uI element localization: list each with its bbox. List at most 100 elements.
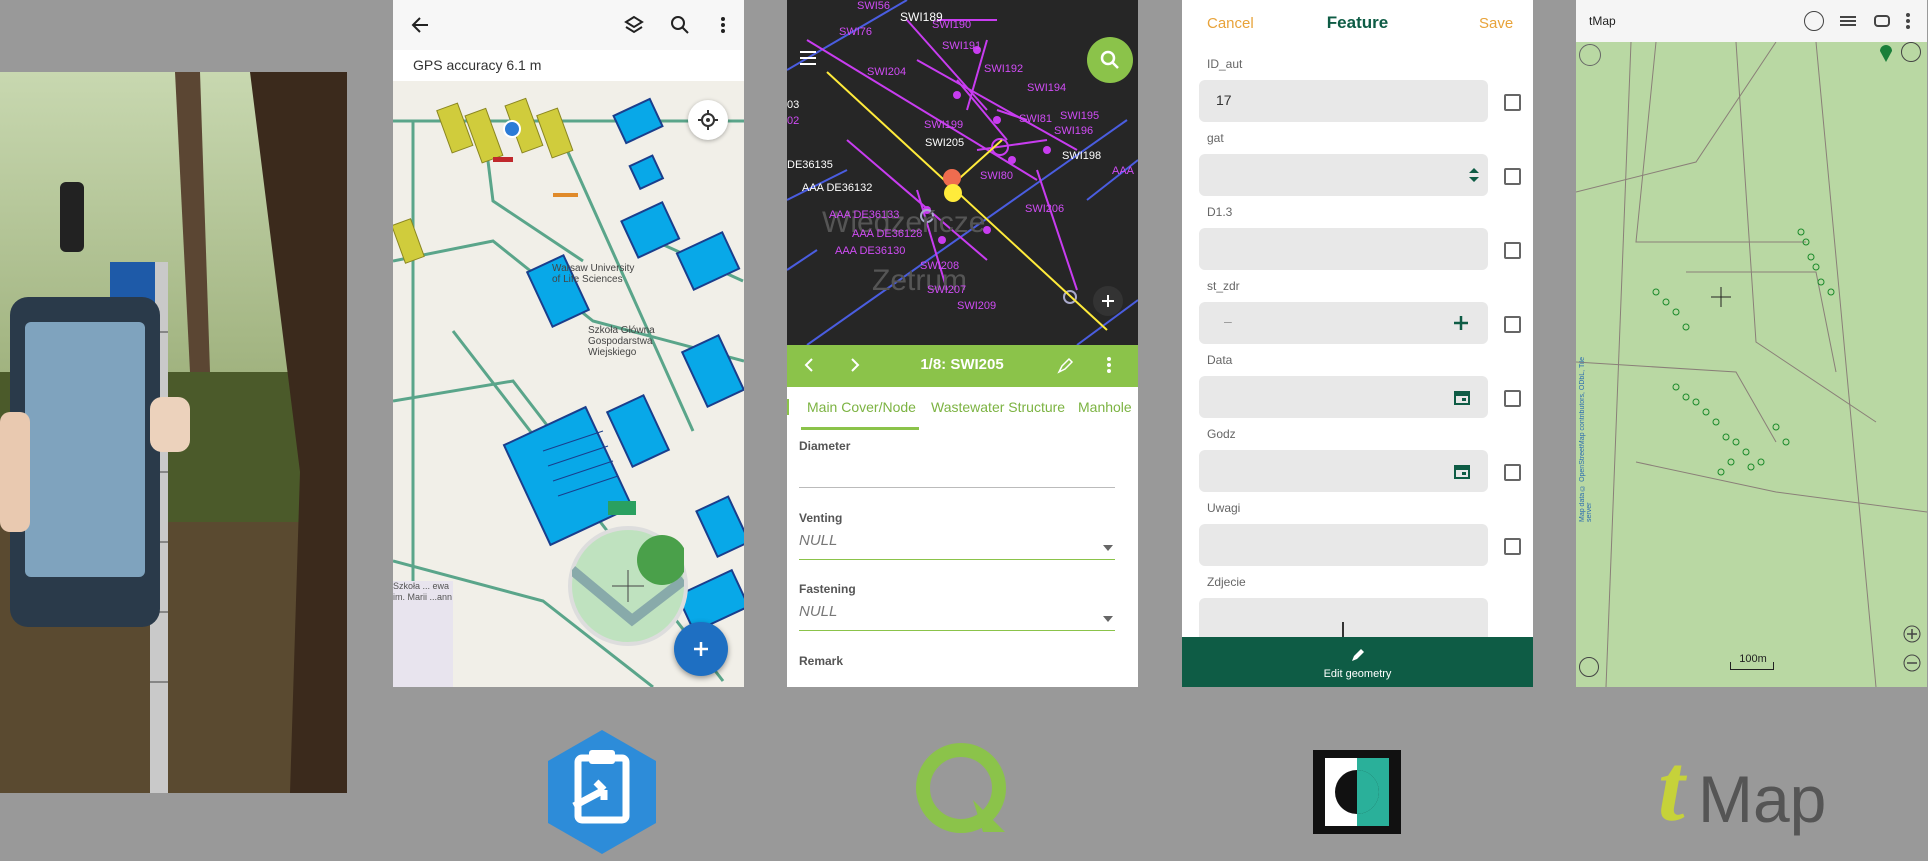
venting-select[interactable]: NULL bbox=[799, 532, 837, 549]
feature-nav-bar: 1/8: SWI205 bbox=[787, 345, 1138, 387]
node-label: SWI195 bbox=[1060, 110, 1100, 122]
field-label: Fastening bbox=[799, 582, 856, 596]
checkbox[interactable] bbox=[1504, 94, 1521, 111]
node-label: AAA DE36128 bbox=[852, 228, 923, 240]
field-label: Diameter bbox=[799, 439, 851, 453]
select-underline bbox=[799, 559, 1115, 560]
pin-icon[interactable] bbox=[1878, 42, 1898, 62]
zoom-in-button[interactable] bbox=[1093, 286, 1123, 316]
gat-select[interactable] bbox=[1199, 154, 1488, 196]
node-label: SWI56 bbox=[857, 0, 891, 12]
map-attribution: Map data © OpenStreetMap contributors, O… bbox=[1579, 357, 1593, 522]
checkbox[interactable] bbox=[1504, 390, 1521, 407]
field-label: st_zdr bbox=[1207, 279, 1240, 293]
checkbox[interactable] bbox=[1504, 464, 1521, 481]
app-logo bbox=[1313, 750, 1401, 839]
more-vert-icon[interactable] bbox=[1904, 11, 1912, 36]
field-label: Remark bbox=[799, 654, 844, 668]
edit-geometry-button[interactable]: Edit geometry bbox=[1182, 637, 1533, 687]
plus-icon[interactable] bbox=[1453, 315, 1469, 331]
field-label: Godz bbox=[1207, 427, 1236, 441]
forest-map[interactable]: Map data © OpenStreetMap contributors, O… bbox=[1576, 41, 1927, 687]
uwagi-input[interactable] bbox=[1199, 524, 1488, 566]
node-label: SWI194 bbox=[1027, 82, 1067, 94]
field-label: Data bbox=[1207, 353, 1233, 367]
node-label: AAA DE36130 bbox=[835, 245, 906, 257]
back-arrow-icon[interactable] bbox=[406, 11, 434, 39]
save-button[interactable]: Save bbox=[1479, 15, 1513, 32]
field-label: Zdjecie bbox=[1207, 575, 1246, 589]
chevron-right-icon[interactable] bbox=[847, 357, 863, 378]
node-label: AAA DE36133 bbox=[829, 209, 900, 221]
gps-icon[interactable] bbox=[1901, 42, 1921, 62]
checkbox[interactable] bbox=[1504, 316, 1521, 333]
dropdown-arrow-icon[interactable] bbox=[1103, 609, 1113, 627]
tab-manhole[interactable]: Manhole bbox=[1078, 399, 1132, 415]
toolbar bbox=[393, 0, 744, 51]
node-label: SWI204 bbox=[867, 66, 907, 78]
add-feature-button[interactable] bbox=[674, 622, 728, 676]
checkbox[interactable] bbox=[1504, 242, 1521, 259]
chevron-left-icon[interactable] bbox=[801, 357, 817, 378]
search-icon[interactable] bbox=[1579, 44, 1601, 66]
d13-input[interactable] bbox=[1199, 228, 1488, 270]
scale-label: 100m bbox=[1739, 653, 1767, 665]
input-underline bbox=[799, 487, 1115, 488]
search-icon bbox=[1100, 50, 1119, 69]
globe-icon[interactable] bbox=[1804, 11, 1824, 31]
godz-input[interactable] bbox=[1199, 450, 1488, 492]
compass-icon[interactable] bbox=[1579, 657, 1599, 677]
calendar-icon[interactable] bbox=[1454, 463, 1470, 479]
tab-divider bbox=[787, 399, 789, 415]
edit-geometry-label: Edit geometry bbox=[1323, 668, 1392, 680]
node-label: SWI190 bbox=[932, 19, 972, 31]
calendar-icon[interactable] bbox=[1454, 389, 1470, 405]
remark-input[interactable] bbox=[799, 671, 1115, 687]
tmap-header: tMap bbox=[1576, 0, 1927, 43]
layers-icon[interactable] bbox=[620, 11, 648, 39]
qfield-logo bbox=[913, 740, 1013, 845]
tab-wastewater-structure[interactable]: Wastewater Structure bbox=[931, 399, 1065, 415]
id-aut-input[interactable]: 17 bbox=[1199, 80, 1488, 122]
node-label: SWI206 bbox=[1025, 203, 1065, 215]
field-label: D1.3 bbox=[1207, 205, 1233, 219]
qfield-screen: Wiedzeńcze Zetrum SWI189 SWI76 SWI190 SW… bbox=[787, 0, 1138, 687]
campus-label: Warsaw University of Life Sciences bbox=[552, 263, 635, 285]
magnifier bbox=[568, 526, 688, 646]
st-zdr-stepper[interactable]: – bbox=[1199, 302, 1488, 344]
qfield-map[interactable]: Wiedzeńcze Zetrum SWI189 SWI76 SWI190 SW… bbox=[787, 0, 1138, 345]
settings-icon[interactable] bbox=[1872, 11, 1892, 36]
checkbox[interactable] bbox=[1504, 538, 1521, 555]
data-date-input[interactable] bbox=[1199, 376, 1488, 418]
tmap-screen: tMap Map data © OpenStreetMap contributo… bbox=[1576, 0, 1927, 687]
more-vert-icon[interactable] bbox=[709, 11, 737, 39]
node-label: SWI196 bbox=[1054, 125, 1094, 137]
tmap-logo-t: t bbox=[1658, 734, 1685, 841]
diameter-input[interactable] bbox=[799, 455, 1115, 477]
locate-button[interactable] bbox=[688, 100, 728, 140]
dropdown-arrow-icon[interactable] bbox=[1103, 538, 1113, 556]
edit-pen-icon[interactable] bbox=[1057, 356, 1075, 379]
checkbox[interactable] bbox=[1504, 168, 1521, 185]
zoom-out-button[interactable] bbox=[1903, 654, 1921, 677]
form-header: Cancel Feature Save bbox=[1182, 0, 1533, 48]
node-label: 03 bbox=[787, 99, 800, 111]
search-icon[interactable] bbox=[666, 11, 694, 39]
stepper-value: – bbox=[1224, 313, 1232, 329]
search-button[interactable] bbox=[1087, 37, 1133, 83]
tab-main-cover[interactable]: Main Cover/Node bbox=[807, 399, 916, 415]
scale-bar: 100m bbox=[1730, 653, 1774, 670]
menu-icon[interactable] bbox=[797, 47, 819, 74]
layers-icon[interactable] bbox=[1838, 11, 1858, 36]
select-underline bbox=[799, 630, 1115, 631]
node-label: SWI191 bbox=[942, 40, 982, 52]
plus-icon bbox=[694, 642, 708, 656]
zoom-in-button[interactable] bbox=[1903, 625, 1921, 648]
node-label: AAA bbox=[1112, 165, 1135, 177]
campus-map[interactable]: Warsaw University of Life Sciences Szkoł… bbox=[393, 81, 744, 687]
attribute-form: Diameter Venting NULL Fastening NULL Rem… bbox=[787, 431, 1138, 687]
more-vert-icon[interactable] bbox=[1105, 356, 1113, 379]
fastening-select[interactable]: NULL bbox=[799, 603, 837, 620]
gps-accuracy: GPS accuracy 6.1 m bbox=[393, 50, 744, 81]
field-label: Uwagi bbox=[1207, 501, 1241, 515]
